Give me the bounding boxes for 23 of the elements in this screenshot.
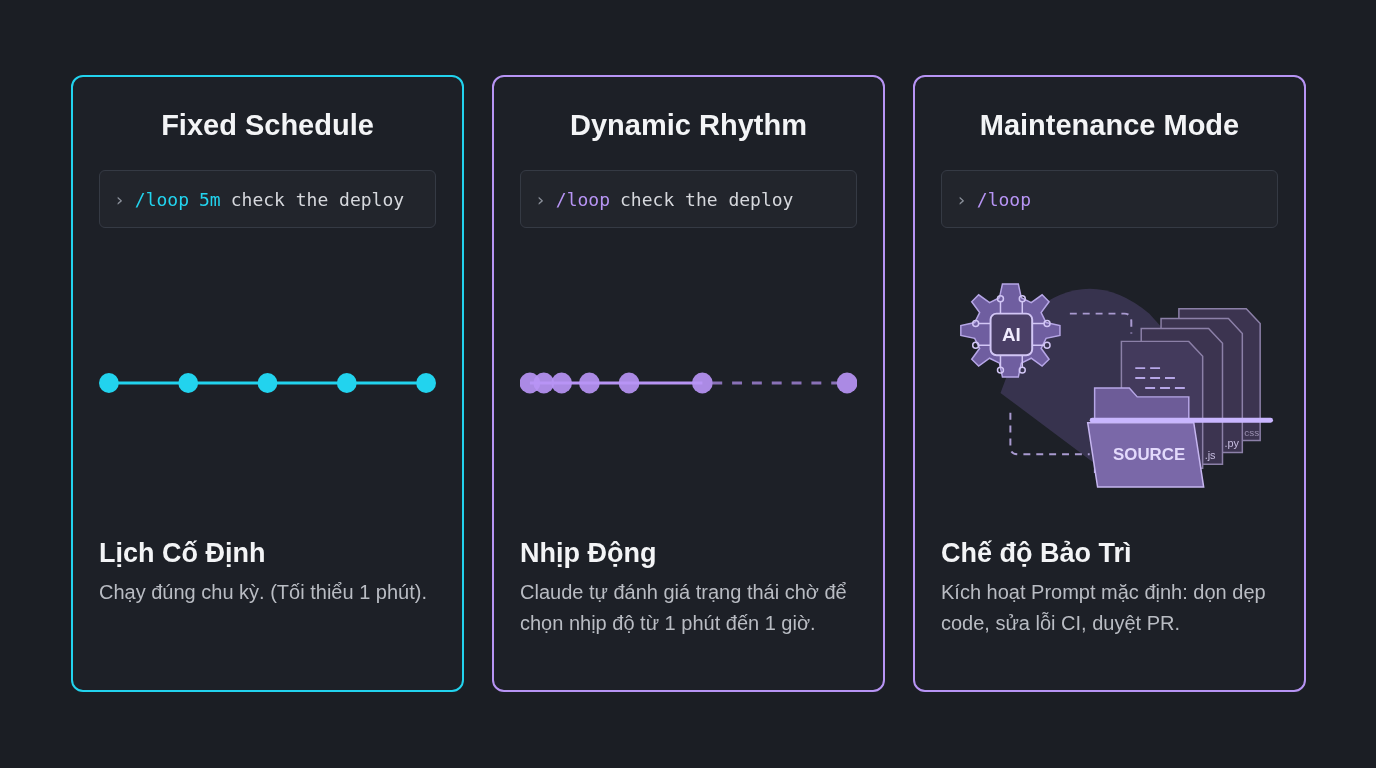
command-text: check the deploy	[230, 188, 405, 210]
card-description: Claude tự đánh giá trạng thái chờ để chọn nhịp độ từ 1 phút đến 1 giờ.	[520, 580, 848, 636]
command-argument: 5m	[199, 188, 221, 210]
prompt-icon: ›	[114, 188, 125, 210]
card-description: Kích hoạt Prompt mặc định: dọn dẹp code, sửa lỗi CI, duyệt PR.	[941, 580, 1267, 636]
file-label: css	[1244, 426, 1260, 438]
command-name: /loop	[134, 188, 190, 210]
prompt-icon: ›	[956, 188, 967, 210]
command-name: /loop	[555, 188, 611, 210]
card-heading: Lịch Cố Định	[99, 538, 267, 569]
card-heading: Chế độ Bảo Trì	[941, 538, 1133, 569]
chip-label: AI	[1001, 324, 1021, 346]
card-description: Chạy đúng chu kỳ. (Tối thiểu 1 phút).	[99, 580, 428, 605]
card-title: Fixed Schedule	[160, 109, 375, 142]
card-heading: Nhịp Động	[520, 538, 658, 569]
card-title: Dynamic Rhythm	[569, 109, 808, 142]
card-title: Maintenance Mode	[978, 109, 1241, 142]
file-label: .js	[1204, 449, 1216, 462]
command-name: /loop	[976, 188, 1032, 210]
command-text: check the deploy	[620, 188, 794, 210]
prompt-icon: ›	[535, 188, 546, 210]
file-label: .py	[1224, 437, 1239, 450]
folder-label: SOURCE	[1113, 445, 1186, 465]
